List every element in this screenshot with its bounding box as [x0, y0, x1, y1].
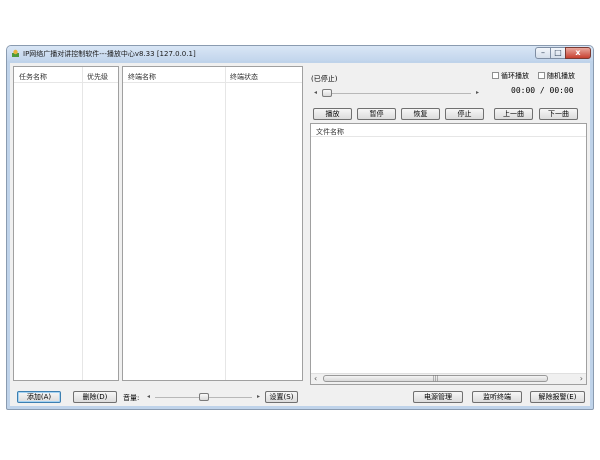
random-checkbox[interactable]: [538, 72, 545, 79]
app-window: IP网络广播对讲控制软件---播放中心v8.33 [127.0.0.1] – □…: [6, 45, 594, 410]
grip-icon: |||: [432, 375, 439, 382]
progress-slider[interactable]: ◂ ▸: [314, 88, 479, 98]
pause-button[interactable]: 暂停: [357, 108, 396, 120]
task-list[interactable]: 任务名称 优先级: [13, 66, 119, 381]
maximize-button[interactable]: □: [550, 47, 566, 59]
loop-label[interactable]: 循环播放: [501, 71, 529, 81]
minimize-button[interactable]: –: [535, 47, 551, 59]
scroll-thumb[interactable]: |||: [323, 375, 548, 382]
header-divider: [14, 82, 118, 83]
column-divider: [82, 67, 83, 380]
horizontal-scrollbar[interactable]: ‹ ||| ›: [311, 373, 586, 384]
slider-right-arrow[interactable]: ▸: [476, 89, 479, 96]
client-area: 任务名称 优先级 终端名称 终端状态 (已停止) 循环播放 随机播放 00:00…: [10, 63, 590, 406]
next-track-button[interactable]: 下一曲: [539, 108, 578, 120]
previous-track-button[interactable]: 上一曲: [494, 108, 533, 120]
stop-button[interactable]: 停止: [445, 108, 484, 120]
title-bar[interactable]: IP网络广播对讲控制软件---播放中心v8.33 [127.0.0.1] – □…: [7, 46, 593, 61]
random-label[interactable]: 随机播放: [547, 71, 575, 81]
add-button[interactable]: 添加(A): [17, 391, 61, 403]
play-status: (已停止): [311, 75, 338, 83]
settings-button[interactable]: 设置(S): [265, 391, 298, 403]
progress-thumb[interactable]: [322, 89, 332, 97]
header-divider: [123, 82, 302, 83]
monitor-terminal-button[interactable]: 监听终端: [472, 391, 522, 403]
window-title: IP网络广播对讲控制软件---播放中心v8.33 [127.0.0.1]: [23, 50, 196, 58]
terminal-name-header[interactable]: 终端名称: [128, 72, 156, 82]
resume-button[interactable]: 恢复: [401, 108, 440, 120]
delete-button[interactable]: 删除(D): [73, 391, 117, 403]
file-list[interactable]: 文件名称 ‹ ||| ›: [310, 123, 587, 385]
power-management-button[interactable]: 电源管理: [413, 391, 463, 403]
progress-track: [322, 93, 471, 94]
task-name-header[interactable]: 任务名称: [19, 72, 47, 82]
volume-left-arrow[interactable]: ◂: [147, 393, 150, 400]
player-panel: (已停止) 循环播放 随机播放 00:00 / 00:00 ◂ ▸ 播放 暂停 …: [306, 66, 586, 121]
volume-slider[interactable]: ◂ ▸: [147, 391, 260, 403]
volume-thumb[interactable]: [198, 393, 209, 401]
scroll-left-icon[interactable]: ‹: [314, 374, 317, 383]
volume-right-arrow[interactable]: ▸: [257, 393, 260, 400]
app-icon: [12, 49, 19, 57]
slider-left-arrow[interactable]: ◂: [314, 89, 317, 96]
time-display: 00:00 / 00:00: [511, 86, 574, 95]
release-alarm-button[interactable]: 解除报警(E): [530, 391, 585, 403]
play-button[interactable]: 播放: [313, 108, 352, 120]
close-button[interactable]: x: [565, 47, 591, 59]
scroll-right-icon[interactable]: ›: [580, 374, 583, 383]
close-icon: x: [575, 48, 581, 57]
volume-label: 音量:: [123, 394, 140, 402]
maximize-icon: □: [554, 48, 562, 57]
header-divider: [311, 136, 586, 137]
minimize-icon: –: [541, 48, 545, 57]
priority-header[interactable]: 优先级: [87, 72, 108, 82]
loop-checkbox[interactable]: [492, 72, 499, 79]
terminal-status-header[interactable]: 终端状态: [230, 72, 258, 82]
column-divider: [225, 67, 226, 380]
terminal-list[interactable]: 终端名称 终端状态: [122, 66, 303, 381]
